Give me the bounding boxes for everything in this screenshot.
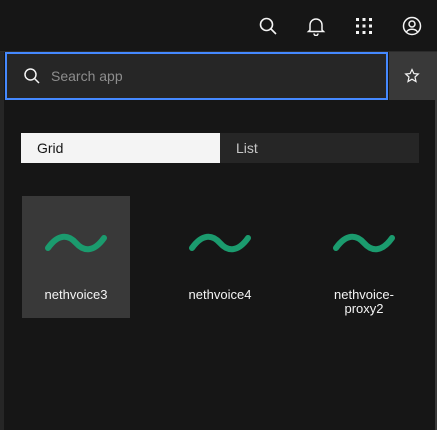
app-tile-nethvoice4[interactable]: nethvoice4	[166, 196, 274, 318]
app-switcher-icon[interactable]	[352, 14, 376, 38]
list-view-label: List	[236, 140, 258, 156]
search-field-icon	[24, 68, 40, 84]
favorites-button[interactable]	[389, 52, 435, 100]
nethvoice-logo-icon	[333, 233, 395, 253]
search-field[interactable]	[5, 52, 388, 100]
app-tile-nethvoice3[interactable]: nethvoice3	[22, 196, 130, 318]
top-header	[0, 0, 437, 52]
app-tile-label: nethvoice3	[44, 287, 108, 302]
grid-view-button[interactable]: Grid	[21, 133, 220, 163]
panel-left-border	[0, 52, 4, 430]
user-avatar-icon[interactable]	[400, 14, 424, 38]
app-tile-label: nethvoice4	[188, 287, 252, 302]
search-icon[interactable]	[256, 14, 280, 38]
grid-view-label: Grid	[37, 140, 64, 156]
view-switcher: Grid List	[21, 133, 419, 163]
nethvoice-logo-icon	[45, 233, 107, 253]
nethvoice-logo-icon	[189, 233, 251, 253]
search-input[interactable]	[51, 62, 371, 90]
list-view-button[interactable]: List	[220, 133, 419, 163]
app-tile-label: nethvoice- proxy2	[334, 287, 394, 316]
app-tile-nethvoice-proxy2[interactable]: nethvoice- proxy2	[310, 196, 418, 318]
star-icon	[404, 68, 420, 83]
app-drawer-page: Grid List nethvoice3 nethvoice4 nethvoic…	[0, 0, 437, 430]
notification-icon[interactable]	[304, 14, 328, 38]
